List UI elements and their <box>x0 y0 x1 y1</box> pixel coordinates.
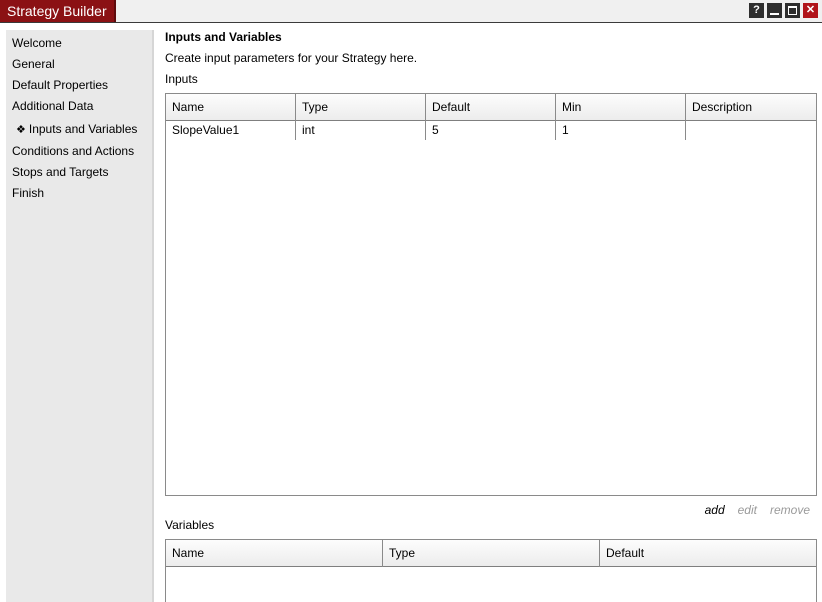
column-header-name[interactable]: Name <box>166 94 296 121</box>
column-header-type[interactable]: Type <box>296 94 426 121</box>
cell-min[interactable]: 1 <box>556 121 686 140</box>
cell-default[interactable]: 5 <box>426 121 556 140</box>
cell-type[interactable]: int <box>296 121 426 140</box>
minimize-icon[interactable] <box>767 3 782 18</box>
column-header-default[interactable]: Default <box>600 540 816 567</box>
sidebar-item-default-properties[interactable]: Default Properties <box>12 78 108 92</box>
page-title: Inputs and Variables <box>165 30 282 44</box>
sidebar-item-additional-data[interactable]: Additional Data <box>12 99 93 113</box>
column-header-description[interactable]: Description <box>686 94 816 121</box>
variables-table[interactable]: Name Type Default <box>165 539 817 602</box>
variables-table-header: Name Type Default <box>166 540 816 567</box>
cell-name[interactable]: SlopeValue1 <box>166 121 296 140</box>
column-header-name[interactable]: Name <box>166 540 383 567</box>
help-icon[interactable]: ? <box>749 3 764 18</box>
add-button[interactable]: add <box>705 503 725 517</box>
inputs-actions: add edit remove <box>705 503 810 517</box>
column-header-default[interactable]: Default <box>426 94 556 121</box>
table-row[interactable]: SlopeValue1 int 5 1 <box>166 121 816 141</box>
remove-button[interactable]: remove <box>770 503 810 517</box>
sidebar-item-conditions-and-actions[interactable]: Conditions and Actions <box>12 144 134 158</box>
wizard-sidebar: Welcome General Default Properties Addit… <box>6 30 152 602</box>
window-controls: ? ✕ <box>749 3 818 18</box>
sidebar-item-inputs-and-variables[interactable]: ❖ Inputs and Variables <box>16 122 137 136</box>
sidebar-item-general[interactable]: General <box>12 57 55 71</box>
variables-label: Variables <box>165 518 215 532</box>
page-description: Create input parameters for your Strateg… <box>165 51 418 65</box>
maximize-icon[interactable] <box>785 3 800 18</box>
column-header-type[interactable]: Type <box>383 540 600 567</box>
window-title: Strategy Builder <box>0 0 116 22</box>
sidebar-item-stops-and-targets[interactable]: Stops and Targets <box>12 165 109 179</box>
inputs-label: Inputs <box>165 72 198 86</box>
inputs-table[interactable]: Name Type Default Min Description SlopeV… <box>165 93 817 496</box>
title-bar-divider <box>0 22 822 23</box>
sidebar-item-welcome[interactable]: Welcome <box>12 36 62 50</box>
sidebar-item-label: Inputs and Variables <box>28 122 138 136</box>
sidebar-divider <box>152 30 154 602</box>
inputs-table-header: Name Type Default Min Description <box>166 94 816 121</box>
column-header-min[interactable]: Min <box>556 94 686 121</box>
title-bar: Strategy Builder ? ✕ <box>0 0 822 23</box>
cell-description[interactable] <box>686 121 816 140</box>
diamond-bullet-icon: ❖ <box>16 124 26 136</box>
close-icon[interactable]: ✕ <box>803 3 818 18</box>
sidebar-item-finish[interactable]: Finish <box>12 186 44 200</box>
edit-button[interactable]: edit <box>738 503 757 517</box>
